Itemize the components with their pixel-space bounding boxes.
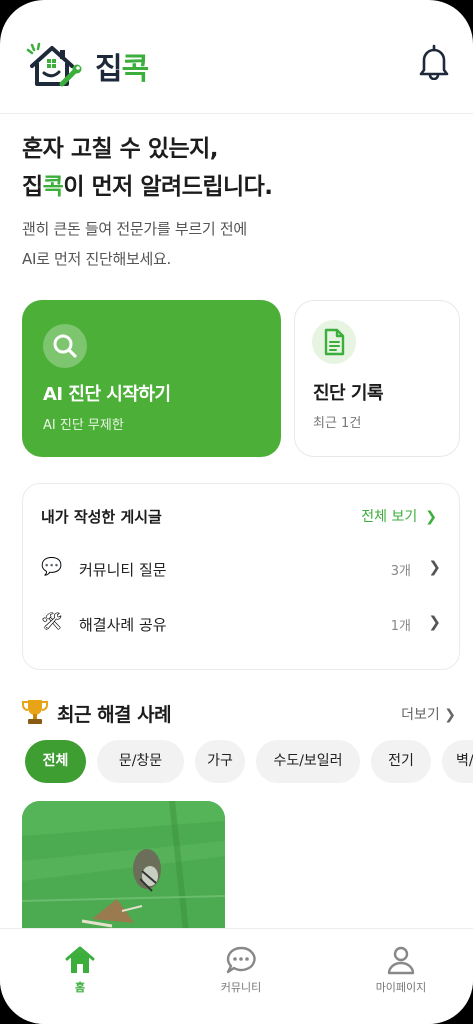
more-link[interactable]: 더보기 ❯	[401, 704, 456, 724]
chevron-right-icon: ❯	[425, 509, 437, 525]
chevron-right-icon: ❯	[444, 707, 456, 723]
nav-mypage[interactable]: 마이페이지	[346, 945, 456, 995]
chip-furniture[interactable]: 가구	[195, 740, 245, 783]
phone-screen: 집콕 혼자 고칠 수 있는지, 집콕이 먼저 알려드립니다. 괜히 큰돈 들여 …	[0, 0, 473, 1024]
bottom-navigation: 홈 커뮤니티 마이페이지	[0, 928, 473, 1024]
case-thumbnail-image[interactable]	[22, 801, 225, 941]
user-icon	[387, 946, 415, 975]
diagnosis-history-card[interactable]: 진단 기록 최근 1건	[294, 300, 460, 457]
nav-community-label: 커뮤니티	[220, 981, 262, 994]
category-chips: 전체 문/창문 가구 수도/보일러 전기 벽/	[25, 740, 473, 784]
recent-cases-title: 최근 해결 사례	[57, 704, 172, 726]
hero-line-2: 집콕이 먼저 알려드립니다.	[22, 174, 273, 200]
nav-home[interactable]: 홈	[25, 945, 135, 995]
brand-logo-text: 집콕	[95, 52, 149, 87]
post-row-community-question[interactable]: 💬 커뮤니티 질문 3개 ❯	[41, 555, 441, 585]
my-posts-panel: 내가 작성한 게시글 전체 보기 ❯ 💬 커뮤니티 질문 3개 ❯ 🛠 해결사례 …	[22, 483, 460, 670]
my-posts-title: 내가 작성한 게시글	[41, 508, 162, 526]
nav-mypage-label: 마이페이지	[375, 981, 427, 994]
app-header: 집콕	[0, 0, 473, 114]
hero-headline: 혼자 고칠 수 있는지, 집콕이 먼저 알려드립니다.	[22, 130, 273, 206]
tools-icon: 🛠	[41, 612, 63, 632]
home-icon	[65, 946, 95, 973]
speech-bubble-icon: 💬	[41, 557, 63, 577]
diagnosis-history-title: 진단 기록	[313, 383, 384, 404]
hero-subtitle: 괜히 큰돈 들여 전문가를 부르기 전에 AI로 먼저 진단해보세요.	[22, 220, 247, 268]
hero-line-1: 혼자 고칠 수 있는지,	[22, 136, 219, 162]
search-icon	[53, 334, 77, 358]
ai-diagnosis-start-card[interactable]: AI 진단 시작하기 AI 진단 무제한	[22, 300, 281, 457]
ai-diagnosis-start-subtitle: AI 진단 무제한	[43, 418, 124, 433]
logo-house-icon	[26, 42, 82, 87]
bell-icon[interactable]	[418, 44, 450, 80]
chip-electric[interactable]: 전기	[371, 740, 431, 783]
chip-wall[interactable]: 벽/	[442, 740, 473, 783]
case-photo-illustration	[22, 801, 225, 941]
chevron-right-icon: ❯	[428, 558, 441, 576]
post-row-label: 해결사례 공유	[79, 616, 167, 634]
post-row-count: 3개	[390, 564, 411, 579]
view-all-link[interactable]: 전체 보기 ❯	[361, 506, 437, 526]
chip-door-window[interactable]: 문/창문	[97, 740, 184, 783]
chevron-right-icon: ❯	[428, 613, 441, 631]
search-icon-circle	[43, 324, 87, 368]
diagnosis-history-subtitle: 최근 1건	[313, 416, 362, 431]
document-icon-circle	[312, 320, 356, 364]
ai-diagnosis-start-title: AI 진단 시작하기	[43, 384, 171, 405]
nav-community[interactable]: 커뮤니티	[186, 945, 296, 995]
recent-cases-header: 최근 해결 사례 더보기 ❯	[22, 696, 456, 730]
post-row-count: 1개	[390, 619, 411, 634]
chip-plumbing-boiler[interactable]: 수도/보일러	[256, 740, 360, 783]
nav-home-label: 홈	[74, 981, 86, 994]
document-icon	[324, 328, 345, 356]
trophy-icon	[22, 700, 48, 724]
chat-bubble-icon	[226, 946, 256, 974]
chip-all[interactable]: 전체	[25, 740, 86, 783]
post-row-case-share[interactable]: 🛠 해결사례 공유 1개 ❯	[41, 610, 441, 640]
post-row-label: 커뮤니티 질문	[79, 561, 167, 579]
